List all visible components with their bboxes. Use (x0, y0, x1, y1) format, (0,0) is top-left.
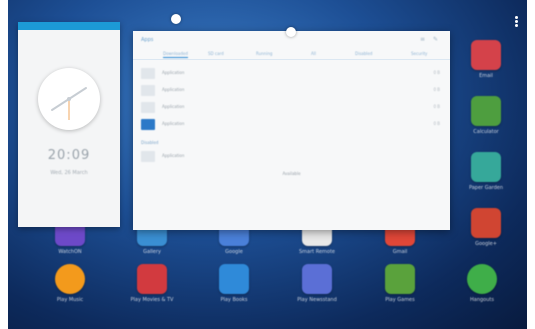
tab-security[interactable]: Security (411, 51, 427, 56)
app-size: 0 B (433, 70, 440, 75)
gamepad-icon (385, 264, 415, 294)
storage-footer: Available (282, 171, 301, 176)
google-plus-icon (471, 208, 501, 238)
app-paper-garden[interactable]: Paper Garden (456, 152, 516, 199)
app-play-games[interactable]: Play Games (370, 264, 430, 311)
more-options-icon[interactable] (515, 16, 519, 28)
app-email[interactable]: Email (456, 40, 516, 87)
tab-divider (133, 59, 450, 60)
analog-clock-face (38, 68, 100, 130)
app-label: Google (225, 249, 243, 255)
app-label: Email (479, 73, 493, 79)
app-thumbnail-icon (141, 85, 155, 96)
app-name: Application (162, 87, 185, 92)
app-label: Play Newsstand (297, 297, 337, 303)
home-screen: Email Calculator Paper Garden Google+ Wa… (0, 0, 535, 329)
app-size: 0 B (433, 87, 440, 92)
app-label: Hangouts (470, 297, 494, 303)
app-thumbnail-icon (141, 68, 155, 79)
play-books-icon (219, 264, 249, 294)
window-drag-handle[interactable] (171, 14, 181, 24)
app-label: Smart Remote (298, 249, 335, 255)
paper-garden-icon (471, 152, 501, 182)
clock-window[interactable]: 20:09 Wed, 26 March (18, 22, 120, 227)
app-thumbnail-icon (141, 119, 155, 130)
tab-disabled[interactable]: Disabled (355, 51, 372, 56)
app-list-item[interactable]: Application 0 B (139, 101, 444, 115)
clock-hands-icon (51, 87, 87, 120)
app-list-item[interactable]: Application 0 B (139, 118, 444, 132)
app-name: Application (162, 104, 185, 109)
app-thumbnail-icon (141, 102, 155, 113)
email-icon (471, 40, 501, 70)
play-newsstand-icon (302, 264, 332, 294)
app-label: Play Games (385, 297, 415, 303)
app-play-movies[interactable]: Play Movies & TV (122, 264, 182, 311)
app-name: Application (162, 70, 185, 75)
app-label: Calculator (473, 129, 499, 135)
tab-sd-card[interactable]: SD card (208, 51, 224, 56)
app-calculator[interactable]: Calculator (456, 96, 516, 143)
app-label: WatchON (58, 249, 82, 255)
app-label: Play Music (56, 297, 84, 303)
app-hangouts[interactable]: Hangouts (452, 264, 512, 311)
app-label: Gmail (392, 249, 408, 255)
application-manager-window[interactable]: Apps ≡ ✎ Downloaded SD card Running All … (133, 31, 450, 230)
app-name: Application (162, 121, 185, 126)
app-list-item[interactable]: Application (139, 150, 444, 164)
tab-downloaded[interactable]: Downloaded (163, 51, 188, 58)
app-list-item[interactable]: Application 0 B (139, 67, 444, 81)
app-label: Paper Garden (468, 185, 504, 191)
app-thumbnail-icon (141, 151, 155, 162)
tab-running[interactable]: Running (256, 51, 272, 56)
app-google-plus[interactable]: Google+ (456, 208, 516, 255)
app-name: Application (162, 153, 185, 158)
play-movies-icon (137, 264, 167, 294)
app-size: 0 B (433, 104, 440, 109)
app-play-music[interactable]: Play Music (40, 264, 100, 311)
app-label: Play Books (220, 297, 248, 303)
app-label: Gallery (143, 249, 161, 255)
page-indicator (259, 319, 287, 329)
hangouts-icon (467, 264, 497, 294)
app-list-item[interactable]: Application 0 B (139, 84, 444, 98)
section-header: Disabled (141, 140, 159, 145)
calculator-icon (471, 96, 501, 126)
app-label: Google+ (475, 241, 497, 247)
toolbar-icons[interactable]: ≡ ✎ (420, 36, 441, 43)
window-drag-handle[interactable] (286, 27, 296, 37)
app-play-books[interactable]: Play Books (204, 264, 264, 311)
app-label: Play Movies & TV (130, 297, 174, 303)
digital-time: 20:09 (47, 148, 91, 163)
app-play-newsstand[interactable]: Play Newsstand (287, 264, 347, 311)
headphones-icon (55, 264, 85, 294)
tab-all[interactable]: All (311, 51, 316, 56)
window-title: Apps (141, 37, 154, 43)
app-size: 0 B (433, 121, 440, 126)
clock-date: Wed, 26 March (50, 170, 88, 176)
tab-bar: Downloaded SD card Running All Disabled … (133, 48, 450, 58)
